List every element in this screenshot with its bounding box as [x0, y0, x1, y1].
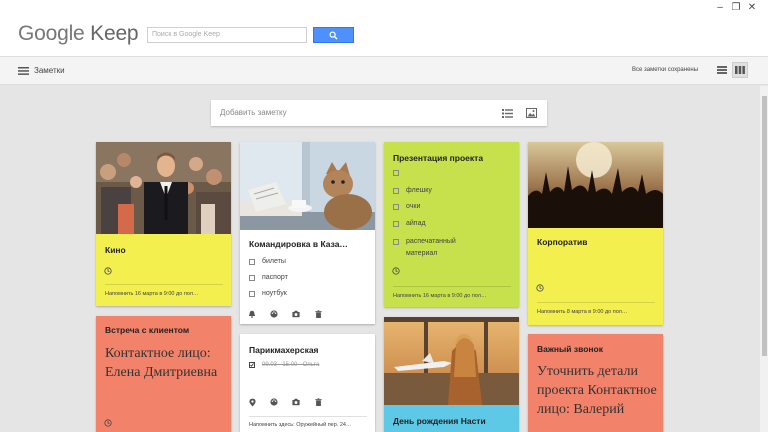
- checklist-item[interactable]: ноутбук: [249, 290, 287, 297]
- note-image-kino: [96, 142, 231, 234]
- note-title: Командировка в Каза…: [249, 239, 348, 249]
- note-reminder[interactable]: Напомнить здесь: Оружейный пер. 24…: [249, 422, 367, 428]
- list-view-button[interactable]: [714, 62, 730, 78]
- divider: [537, 302, 655, 303]
- restore-button[interactable]: ❐: [728, 0, 744, 14]
- checkbox[interactable]: [393, 220, 399, 227]
- note-title: Кино: [105, 245, 126, 255]
- checkbox[interactable]: [393, 170, 399, 176]
- window-title-bar: [0, 0, 768, 14]
- list-view-icon: [717, 66, 727, 74]
- reminder-clock-icon: [536, 284, 544, 292]
- camera-icon[interactable]: [292, 398, 300, 406]
- note-card-presentation[interactable]: Презентация проекта флешку очки айпад ра…: [384, 142, 519, 307]
- reminder-bell-icon[interactable]: [248, 310, 256, 318]
- new-image-note-button[interactable]: [524, 106, 538, 120]
- checklist-item[interactable]: очки: [393, 203, 420, 210]
- note-title: День рождения Насти: [393, 416, 486, 426]
- add-note-placeholder: Добавить заметку: [220, 108, 287, 117]
- checklist-item-text: флешку: [406, 187, 432, 194]
- note-title: Презентация проекта: [393, 153, 484, 163]
- checklist-item[interactable]: [393, 170, 406, 176]
- checklist-item[interactable]: 09.03 · 15:00 · Ольга: [249, 362, 319, 368]
- note-card-birthday[interactable]: День рождения Насти: [384, 317, 519, 432]
- palette-icon[interactable]: [270, 310, 278, 318]
- search-input[interactable]: Поиск в Google Keep: [147, 27, 307, 43]
- checklist-item-text: билеты: [262, 258, 286, 265]
- note-title: Парикмахерская: [249, 345, 319, 355]
- checklist-item[interactable]: паспорт: [249, 274, 288, 281]
- checklist-item[interactable]: флешку: [393, 187, 432, 194]
- google-keep-logo[interactable]: Google Keep: [18, 22, 139, 46]
- checkbox[interactable]: [249, 274, 255, 281]
- note-card-call[interactable]: Важный звонок Уточнить детали проекта Ко…: [528, 334, 663, 432]
- grid-view-icon: [735, 66, 745, 74]
- checkbox[interactable]: [393, 187, 399, 194]
- note-toolbar: [248, 398, 322, 406]
- logo-google-text: Google: [18, 22, 85, 45]
- note-reminder[interactable]: Напомнить 8 марта в 9:00 до пол…: [537, 309, 655, 315]
- note-toolbar: [248, 310, 322, 318]
- checklist-item[interactable]: айпад: [393, 220, 426, 227]
- minimize-button[interactable]: –: [712, 0, 728, 14]
- checklist-item-text: ноутбук: [262, 290, 287, 297]
- note-card-kino[interactable]: Кино Напомнить 16 марта в 9:00 до пол…: [96, 142, 231, 306]
- app-header: Google Keep Поиск в Google Keep: [0, 14, 768, 56]
- checklist-item[interactable]: распечатанный материал: [393, 236, 483, 260]
- checklist-icon: [501, 108, 513, 118]
- close-window-button[interactable]: ✕: [744, 0, 760, 14]
- checklist-item-text: айпад: [406, 220, 426, 227]
- palette-icon[interactable]: [270, 398, 278, 406]
- checkbox[interactable]: [393, 239, 399, 245]
- note-title: Важный звонок: [537, 344, 603, 354]
- note-card-client[interactable]: Встреча с клиентом Контактное лицо: Елен…: [96, 316, 231, 432]
- search-icon: [329, 30, 338, 40]
- page-title: Заметки: [34, 66, 65, 75]
- note-reminder[interactable]: Напомнить 16 марта в 9:00 до пол…: [393, 293, 511, 299]
- search-button[interactable]: [313, 27, 354, 43]
- image-icon: [525, 108, 537, 118]
- reminder-clock-icon: [104, 267, 112, 275]
- saved-status: Все заметки сохранены: [632, 67, 699, 73]
- note-card-party[interactable]: Корпоратив Напомнить 8 марта в 9:00 до п…: [528, 142, 663, 325]
- checkbox[interactable]: [249, 258, 255, 265]
- trash-icon[interactable]: [314, 310, 322, 318]
- note-image-party: [528, 142, 663, 228]
- note-reminder[interactable]: Напомнить 16 марта в 9:00 до пол…: [105, 291, 223, 297]
- divider: [393, 286, 511, 287]
- note-card-barber[interactable]: Парикмахерская 09.03 · 15:00 · Ольга Нап…: [240, 334, 375, 432]
- reminder-clock-icon: [392, 267, 400, 275]
- divider: [105, 284, 223, 285]
- note-card-trip[interactable]: Командировка в Каза… билеты паспорт ноут…: [240, 142, 375, 324]
- checklist-item-text: распечатанный материал: [406, 238, 456, 257]
- checkbox[interactable]: [249, 290, 255, 297]
- checkbox[interactable]: [393, 203, 399, 210]
- trash-icon[interactable]: [314, 398, 322, 406]
- add-note-bar[interactable]: Добавить заметку: [211, 100, 547, 126]
- checkbox-checked[interactable]: [249, 362, 255, 368]
- logo-keep-text: Keep: [90, 22, 139, 45]
- divider: [249, 416, 367, 417]
- note-title: Корпоратив: [537, 237, 588, 247]
- location-pin-icon[interactable]: [248, 398, 256, 406]
- menu-icon[interactable]: [18, 67, 29, 75]
- grid-view-button[interactable]: [732, 62, 748, 78]
- note-image-birthday: [384, 317, 519, 405]
- note-image-trip: [240, 142, 375, 230]
- checklist-item-text: 09.03 · 15:00 · Ольга: [262, 362, 320, 368]
- scrollbar-thumb[interactable]: [762, 96, 767, 356]
- camera-icon[interactable]: [292, 310, 300, 318]
- toolbar: Заметки Все заметки сохранены: [0, 56, 768, 85]
- reminder-clock-icon: [104, 419, 112, 427]
- new-list-button[interactable]: [500, 106, 514, 120]
- note-body: Контактное лицо: Елена Дмитриевна: [105, 346, 218, 380]
- note-title: Встреча с клиентом: [105, 325, 190, 335]
- checklist-item-text: паспорт: [262, 274, 288, 281]
- checklist-item[interactable]: билеты: [249, 258, 286, 265]
- note-body: Уточнить детали проекта Контактное лицо:…: [537, 364, 657, 417]
- checklist-item-text: очки: [406, 203, 421, 210]
